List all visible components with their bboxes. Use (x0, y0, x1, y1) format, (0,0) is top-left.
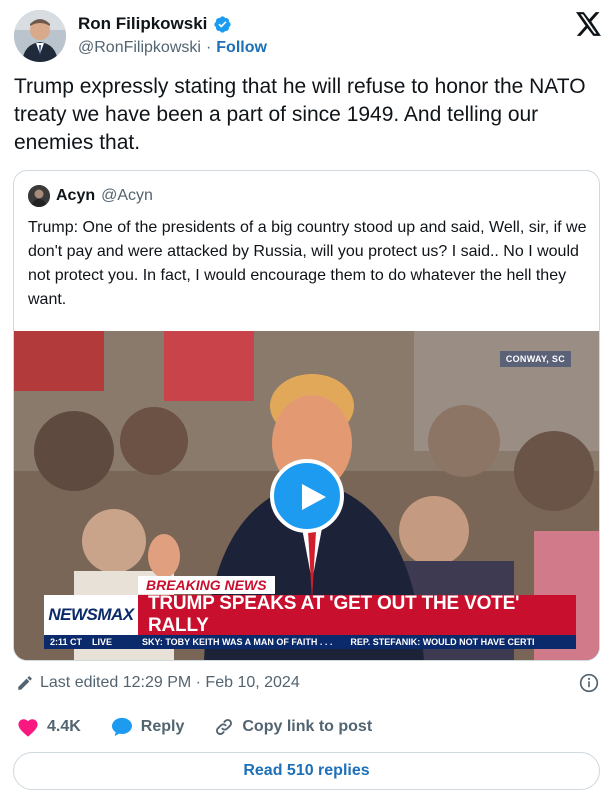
ticker-live: LIVE (92, 637, 113, 647)
ticker-time: 2:11 CT (50, 637, 83, 647)
post-actions: 4.4K Reply Copy link to post (17, 717, 402, 737)
separator-dot: · (205, 39, 212, 56)
quoted-post[interactable]: Acyn @Acyn Trump: One of the presidents … (13, 170, 600, 661)
verified-badge-icon (214, 15, 232, 33)
author-handle[interactable]: @RonFilipkowski (78, 39, 201, 57)
author-avatar[interactable] (14, 10, 66, 62)
x-logo-icon[interactable] (576, 12, 602, 36)
news-ticker: 2:11 CT LIVE SKY: TOBY KEITH WAS A MAN O… (44, 635, 576, 649)
like-button[interactable]: 4.4K (17, 717, 81, 737)
news-lower-third: NEWSMAX TRUMP SPEAKS AT 'GET OUT THE VOT… (44, 593, 576, 636)
reply-button[interactable]: Reply (111, 717, 185, 737)
tweet-text: Trump expressly stating that he will ref… (14, 75, 586, 154)
info-icon[interactable] (579, 673, 599, 693)
author-name[interactable]: Ron Filipkowski (78, 14, 207, 34)
video-player[interactable]: CONWAY, SC BREAKING NEWS NEWSMAX TRUMP S… (14, 331, 599, 660)
copy-link-label: Copy link to post (242, 718, 373, 735)
heart-icon (18, 719, 38, 737)
news-headline: TRUMP SPEAKS AT 'GET OUT THE VOTE' RALLY (138, 593, 576, 636)
quoted-post-text: Trump: One of the presidents of a big co… (28, 219, 587, 308)
location-label: CONWAY, SC (499, 351, 571, 367)
edited-info[interactable]: Last edited 12:29 PM · Feb 10, 2024 (16, 674, 300, 692)
pencil-icon (18, 676, 32, 690)
breaking-news-label: BREAKING NEWS (138, 576, 275, 594)
quoted-author-avatar (28, 185, 50, 207)
play-icon (302, 484, 326, 510)
follow-button[interactable]: Follow (216, 39, 267, 57)
reply-label: Reply (140, 718, 185, 735)
edited-timestamp: Last edited 12:29 PM · Feb 10, 2024 (40, 674, 300, 691)
play-button[interactable] (270, 459, 344, 533)
like-count: 4.4K (47, 718, 81, 735)
quoted-author-handle: @Acyn (101, 187, 153, 204)
read-replies-button[interactable]: Read 510 replies (13, 752, 600, 790)
ticker-item: SKY: TOBY KEITH WAS A MAN OF FAITH . . . (142, 637, 333, 647)
ticker-item: REP. STEFANIK: WOULD NOT HAVE CERTI (350, 637, 535, 647)
newsmax-logo: NEWSMAX (44, 595, 138, 635)
link-icon (216, 719, 233, 735)
tweet-header: Ron Filipkowski @RonFilipkowski · Follow (14, 8, 604, 64)
copy-link-button[interactable]: Copy link to post (214, 717, 372, 737)
reply-bubble-icon (111, 717, 132, 737)
quoted-author-name: Acyn (56, 187, 96, 204)
